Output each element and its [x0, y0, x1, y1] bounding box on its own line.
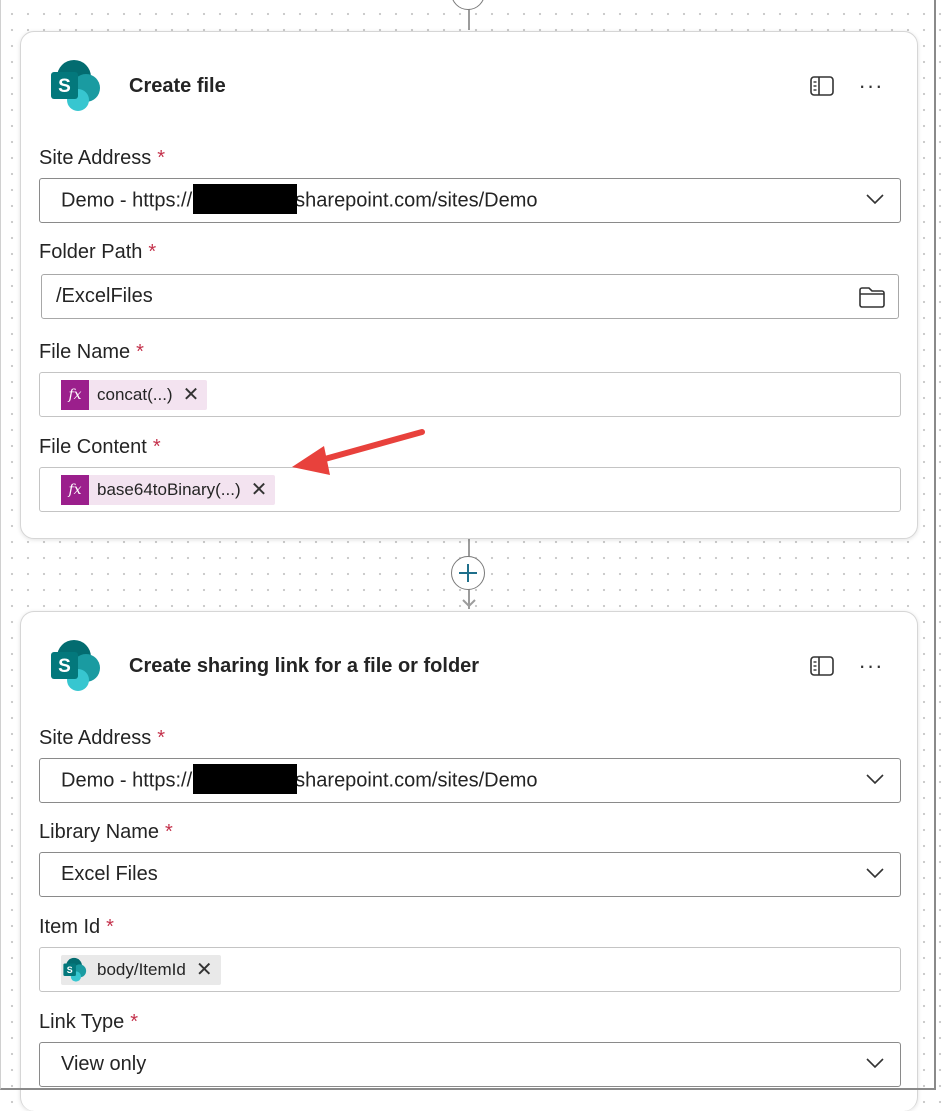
redaction-bar: [193, 763, 298, 794]
item-id-label: Item Id *: [39, 916, 114, 938]
site-address-dropdown[interactable]: Demo - https://sharepoint.com/sites/Demo: [39, 178, 901, 223]
token-label: base64toBinary(...): [97, 479, 241, 499]
card-header: S Create sharing link for a file or fold…: [21, 612, 917, 712]
details-panel-button[interactable]: [808, 654, 836, 678]
token-label: concat(...): [97, 384, 173, 404]
chevron-down-icon: [462, 599, 476, 608]
site-address-label: Site Address *: [39, 727, 166, 749]
link-type-dropdown[interactable]: View only: [39, 1042, 901, 1087]
top-add-step-button[interactable]: [451, 0, 485, 10]
library-name-label: Library Name *: [39, 821, 173, 843]
card-title: Create sharing link for a file or folder: [129, 655, 480, 677]
svg-text:S: S: [58, 656, 71, 677]
remove-token-icon[interactable]: ✕: [183, 385, 200, 405]
file-name-input[interactable]: fx concat(...) ✕: [39, 372, 901, 417]
sharepoint-icon: S: [51, 640, 100, 691]
link-type-label: Link Type *: [39, 1011, 139, 1033]
plus-icon: [459, 564, 477, 582]
remove-token-icon[interactable]: ✕: [196, 960, 213, 980]
file-content-label: File Content *: [39, 436, 161, 458]
fx-icon: fx: [61, 474, 89, 505]
details-panel-button[interactable]: [808, 74, 836, 98]
panel-icon: [810, 76, 834, 96]
annotation-arrow: [292, 429, 425, 475]
expression-token[interactable]: fx concat(...) ✕: [61, 379, 208, 410]
site-address-dropdown[interactable]: Demo - https://sharepoint.com/sites/Demo: [39, 758, 901, 803]
file-name-label: File Name *: [39, 341, 144, 363]
site-address-label: Site Address *: [39, 147, 166, 169]
chevron-down-icon: [866, 774, 884, 785]
folder-path-label: Folder Path *: [39, 241, 157, 263]
create-file-card[interactable]: S Create file ··· Site Address * Demo - h…: [20, 31, 918, 539]
more-options-button[interactable]: ···: [857, 74, 885, 98]
card-header: S Create file ···: [21, 32, 917, 132]
library-name-dropdown[interactable]: Excel Files: [39, 852, 901, 897]
remove-token-icon[interactable]: ✕: [251, 480, 268, 500]
svg-text:S: S: [58, 76, 71, 97]
create-sharing-link-card[interactable]: S Create sharing link for a file or fold…: [20, 611, 918, 1111]
svg-text:S: S: [67, 964, 73, 974]
folder-icon[interactable]: [858, 285, 886, 309]
expression-token[interactable]: fx base64toBinary(...) ✕: [61, 474, 276, 505]
more-options-button[interactable]: ···: [857, 654, 885, 678]
add-step-button[interactable]: [451, 556, 485, 590]
item-id-input[interactable]: S body/ItemId ✕: [39, 947, 901, 992]
fx-icon: fx: [61, 379, 89, 410]
sharepoint-icon: S: [61, 955, 89, 985]
dynamic-content-token[interactable]: S body/ItemId ✕: [61, 954, 221, 985]
chevron-down-icon: [866, 1058, 884, 1069]
token-label: body/ItemId: [97, 959, 186, 979]
chevron-down-icon: [866, 194, 884, 205]
card-title: Create file: [129, 75, 226, 97]
chevron-down-icon: [866, 868, 884, 879]
sharepoint-icon: S: [51, 60, 100, 111]
redaction-bar: [193, 183, 298, 214]
folder-path-input[interactable]: /ExcelFiles: [41, 274, 899, 319]
file-content-input[interactable]: fx base64toBinary(...) ✕: [39, 467, 901, 512]
panel-icon: [810, 656, 834, 676]
